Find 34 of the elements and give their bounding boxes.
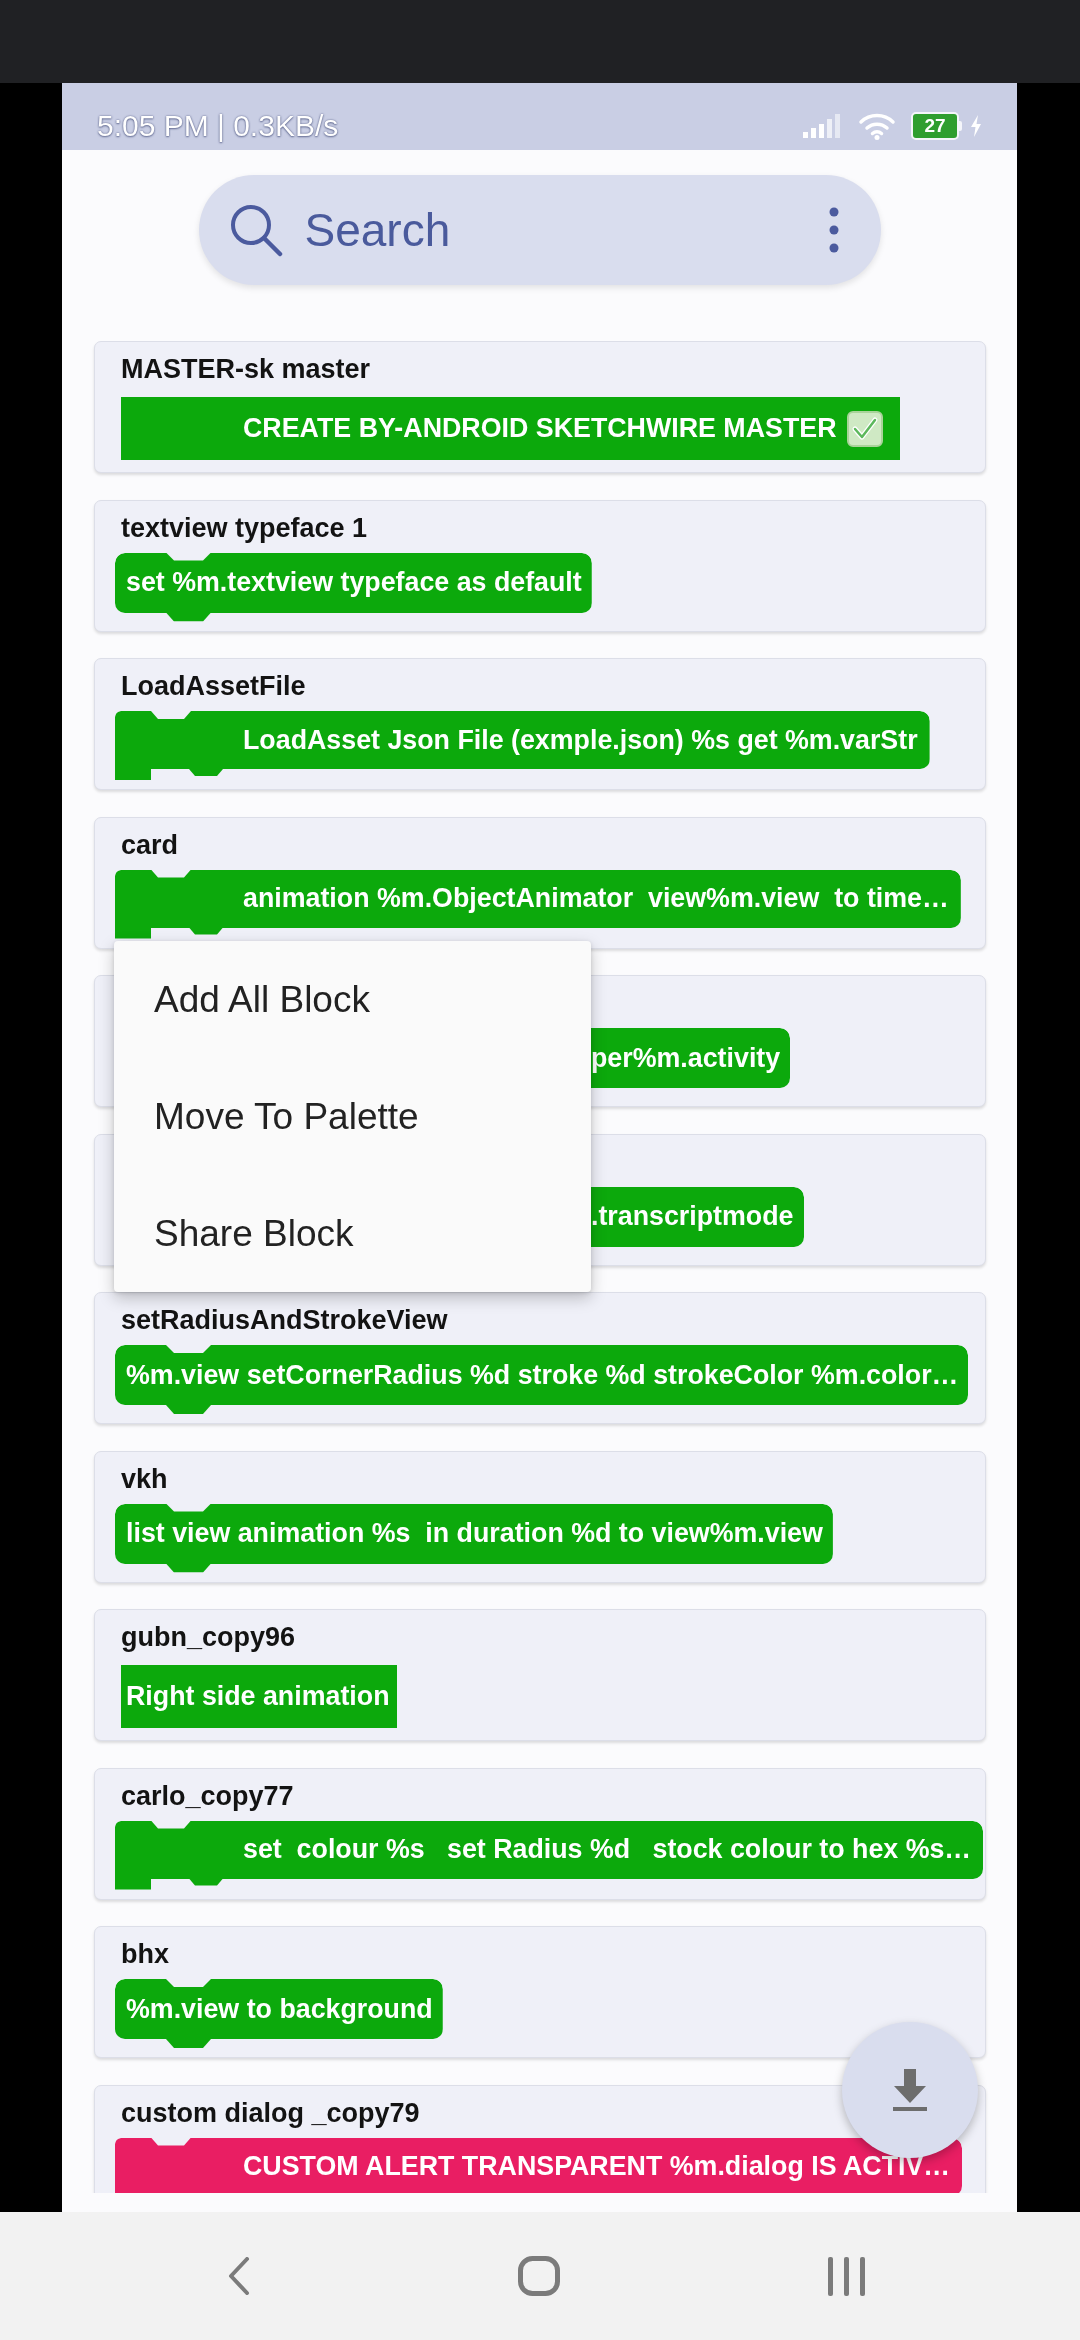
download-icon xyxy=(892,2069,928,2111)
back-icon[interactable] xyxy=(228,2257,250,2295)
block-card[interactable]: vkh list view animation %s in duration %d to view%m.view xyxy=(94,1450,986,1583)
recents-icon[interactable] xyxy=(828,2256,865,2296)
more-icon xyxy=(828,207,839,253)
block-card[interactable]: setRadiusAndStrokeView %m.view setCornerRadius %d stroke %d strokeColor %m.color… xyxy=(94,1292,986,1424)
block-title: bhx xyxy=(121,1938,169,1971)
charging-icon xyxy=(971,114,981,137)
block-title: carlo_copy77 xyxy=(121,1779,294,1813)
block-title: setRadiusAndStrokeView xyxy=(121,1304,448,1337)
code-block[interactable]: CUSTOM ALERT TRANSPARENT %m.dialog IS ACTIV… xyxy=(115,2137,963,2193)
block-card[interactable]: LoadAssetFile LoadAsset Json File (exmple.json) %s get %m.varStr xyxy=(94,658,986,790)
search-bar[interactable]: Search xyxy=(198,175,881,285)
block-card[interactable]: textview typeface 1 set %m.textview typeface as default xyxy=(94,499,986,632)
home-icon[interactable] xyxy=(518,2256,560,2296)
block-title: MASTER-sk master xyxy=(121,353,371,386)
search-icon xyxy=(228,203,283,257)
block-title: vkh xyxy=(121,1462,168,1496)
block-title: gubn_copy96 xyxy=(121,1621,296,1654)
signal-icon xyxy=(803,113,843,138)
wifi-icon xyxy=(858,111,896,140)
block-title: textview typeface 1 xyxy=(121,511,368,545)
block-card[interactable]: gubn_copy96 Right side animation xyxy=(94,1609,986,1741)
block-card[interactable]: bhx %m.view to background xyxy=(94,1926,986,2058)
block-card[interactable]: MASTER-sk master CREATE BY-ANDROID SKETCHWIRE MASTER xyxy=(94,341,986,473)
block-card[interactable]: card animation %m.ObjectAnimator view%m.view to time… xyxy=(94,816,986,949)
search-field[interactable]: Search xyxy=(304,200,823,260)
status-text: 5:05 PM | 0.3KB/s xyxy=(97,108,340,143)
block-title: LoadAssetFile xyxy=(121,670,306,703)
block-card[interactable]: carlo_copy77 set colour %s set Radius %d stock colour to hex %s… xyxy=(94,1767,986,1900)
battery-indicator: 27 xyxy=(911,111,962,140)
block-title: card xyxy=(121,828,179,862)
block-card[interactable]: custom dialog _copy79 CUSTOM ALERT TRANSPARENT %m.dialog IS ACTIV… xyxy=(94,2084,986,2193)
block-title: custom dialog _copy79 xyxy=(121,2096,420,2130)
